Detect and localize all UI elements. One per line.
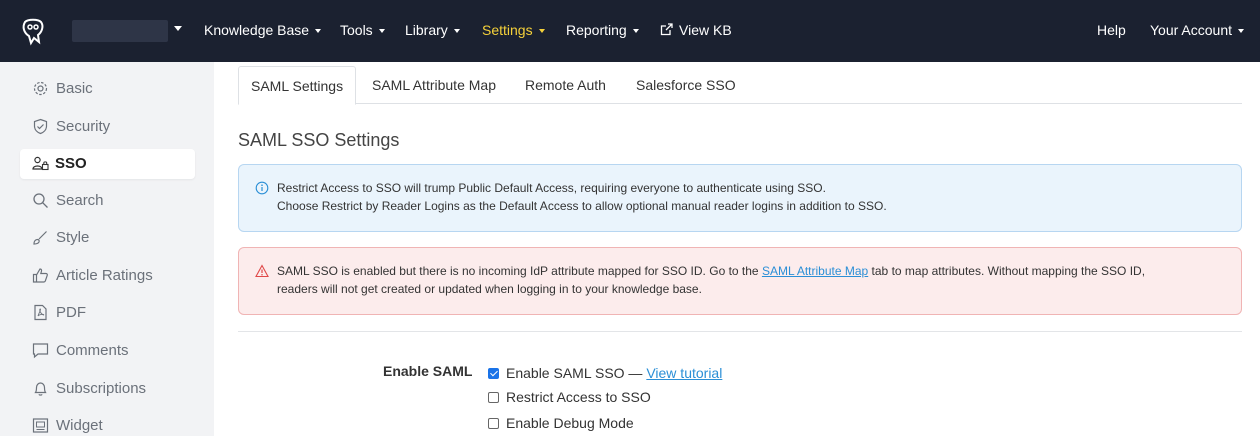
sidebar-item-comments[interactable]: Comments [20, 336, 195, 366]
tab-salesforce-sso[interactable]: Salesforce SSO [636, 66, 736, 104]
nav-your-account[interactable]: Your Account [1150, 22, 1244, 38]
sidebar-item-search[interactable]: Search [20, 186, 195, 216]
debug-mode-label: Enable Debug Mode [506, 415, 634, 431]
nav-tools-label: Tools [340, 22, 373, 38]
enable-saml-sso-label: Enable SAML SSO — View tutorial [506, 365, 722, 381]
restrict-access-label: Restrict Access to SSO [506, 389, 651, 405]
chevron-down-icon [378, 29, 385, 33]
settings-sidebar: Basic Security SSO Search Style Article … [0, 62, 214, 436]
chevron-down-icon [315, 29, 322, 33]
section-divider [238, 331, 1242, 332]
settings-tabs: SAML Settings SAML Attribute Map Remote … [238, 66, 1242, 105]
nav-help-label: Help [1097, 22, 1126, 38]
sidebar-item-sso[interactable]: SSO [20, 149, 195, 179]
nav-reporting[interactable]: Reporting [566, 22, 639, 38]
enable-saml-sso-text: Enable SAML SSO — [506, 365, 647, 381]
nav-knowledge-base[interactable]: Knowledge Base [204, 22, 322, 38]
sidebar-item-subscriptions[interactable]: Subscriptions [20, 374, 195, 404]
info-icon [255, 181, 269, 195]
sidebar-item-widget[interactable]: Widget [20, 411, 195, 436]
nav-view-kb-label: View KB [679, 22, 732, 38]
shield-check-icon [33, 118, 48, 135]
chevron-down-icon [538, 29, 545, 33]
warning-icon [255, 264, 269, 278]
enable-saml-label: Enable SAML [383, 363, 473, 379]
info-alert-line2: Choose Restrict by Reader Logins as the … [277, 199, 887, 213]
pdf-icon [34, 304, 47, 321]
debug-mode-checkbox[interactable] [488, 418, 499, 429]
brush-icon [33, 231, 47, 245]
page-title: SAML SSO Settings [238, 130, 400, 150]
info-alert: Restrict Access to SSO will trump Public… [238, 164, 1242, 232]
sidebar-item-label: Widget [56, 417, 103, 434]
nav-account-label: Your Account [1150, 22, 1232, 38]
nav-knowledge-base-label: Knowledge Base [204, 22, 310, 38]
warning-text-before: SAML SSO is enabled but there is no inco… [277, 264, 762, 278]
chevron-down-icon [1238, 29, 1244, 33]
chevron-down-icon [453, 29, 460, 33]
gear-icon [33, 81, 48, 96]
sidebar-item-label: Article Ratings [56, 267, 153, 284]
sidebar-item-label: PDF [56, 304, 86, 321]
warning-alert-line2: readers will not get created or updated … [277, 282, 702, 296]
sidebar-item-basic[interactable]: Basic [20, 74, 195, 104]
tab-saml-attribute-map[interactable]: SAML Attribute Map [372, 66, 496, 104]
nav-help[interactable]: Help [1097, 22, 1126, 38]
sidebar-item-label: Security [56, 118, 111, 135]
sidebar-item-label: Search [56, 192, 104, 209]
widget-icon [32, 418, 49, 433]
nav-view-kb[interactable]: View KB [660, 22, 732, 38]
saml-attribute-map-link[interactable]: SAML Attribute Map [762, 264, 868, 278]
sidebar-item-label: Comments [56, 342, 129, 359]
tab-remote-auth[interactable]: Remote Auth [525, 66, 606, 104]
app-logo-icon[interactable] [18, 16, 48, 46]
nav-reporting-label: Reporting [566, 22, 627, 38]
info-alert-line1: Restrict Access to SSO will trump Public… [277, 181, 826, 195]
sidebar-item-article-ratings[interactable]: Article Ratings [20, 261, 195, 291]
sidebar-item-label: Style [56, 229, 90, 246]
bell-icon [34, 382, 47, 396]
chevron-down-icon [632, 29, 639, 33]
nav-tools[interactable]: Tools [340, 22, 385, 38]
nav-library-label: Library [405, 22, 448, 38]
tab-saml-settings[interactable]: SAML Settings [238, 66, 357, 105]
nav-settings[interactable]: Settings [482, 22, 545, 38]
sidebar-item-security[interactable]: Security [20, 112, 195, 142]
restrict-access-checkbox[interactable] [488, 392, 499, 403]
sidebar-item-style[interactable]: Style [20, 223, 195, 253]
nav-library[interactable]: Library [405, 22, 460, 38]
top-navbar: Knowledge Base Tools Library Settings Re… [0, 0, 1260, 62]
sidebar-item-label: Subscriptions [56, 380, 147, 397]
search-icon [33, 193, 48, 208]
view-tutorial-link[interactable]: View tutorial [646, 365, 722, 381]
enable-saml-sso-checkbox[interactable] [488, 368, 499, 379]
sidebar-item-label: SSO [55, 155, 87, 172]
warning-alert: SAML SSO is enabled but there is no inco… [238, 247, 1242, 315]
comment-icon [32, 343, 49, 359]
chevron-down-icon[interactable] [174, 26, 182, 31]
thumbs-up-icon [32, 268, 48, 283]
kb-selector[interactable] [72, 20, 168, 42]
users-lock-icon [32, 156, 49, 171]
sidebar-item-pdf[interactable]: PDF [20, 298, 195, 328]
warning-text-after: tab to map attributes. Without mapping t… [868, 264, 1146, 278]
external-link-icon [660, 23, 673, 36]
sidebar-item-label: Basic [56, 80, 93, 97]
warning-alert-line1: SAML SSO is enabled but there is no inco… [277, 262, 1145, 280]
nav-settings-label: Settings [482, 22, 533, 38]
